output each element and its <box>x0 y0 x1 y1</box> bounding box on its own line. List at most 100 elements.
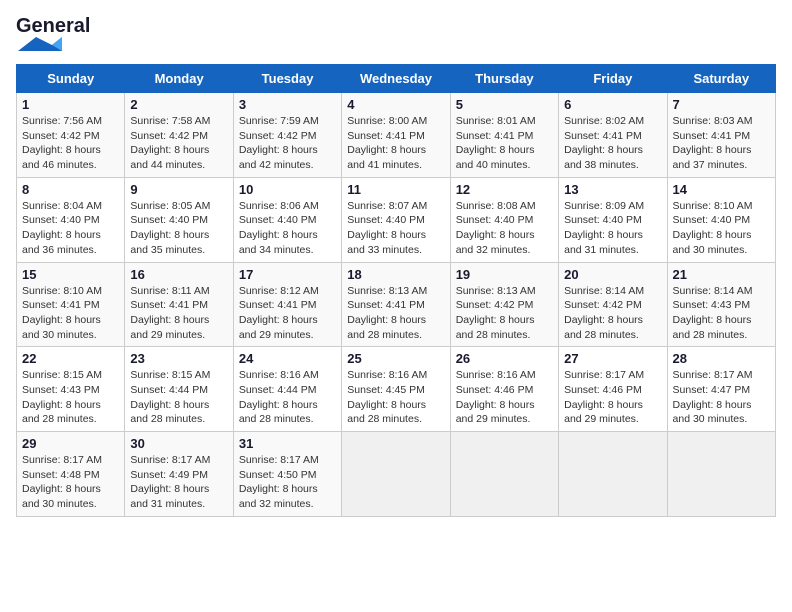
day-number: 24 <box>239 351 336 366</box>
sunset-label: Sunset: 4:40 PM <box>22 214 100 226</box>
daylight-label: Daylight: 8 hours and 28 minutes. <box>456 314 535 341</box>
calendar-cell: 8 Sunrise: 8:04 AM Sunset: 4:40 PM Dayli… <box>17 177 125 262</box>
sunrise-label: Sunrise: 8:04 AM <box>22 200 102 212</box>
sunset-label: Sunset: 4:40 PM <box>673 214 751 226</box>
week-row-4: 22 Sunrise: 8:15 AM Sunset: 4:43 PM Dayl… <box>17 347 776 432</box>
calendar-cell: 18 Sunrise: 8:13 AM Sunset: 4:41 PM Dayl… <box>342 262 450 347</box>
day-info: Sunrise: 8:10 AM Sunset: 4:40 PM Dayligh… <box>673 199 770 258</box>
day-number: 5 <box>456 97 553 112</box>
calendar-body: 1 Sunrise: 7:56 AM Sunset: 4:42 PM Dayli… <box>17 93 776 517</box>
calendar-cell: 13 Sunrise: 8:09 AM Sunset: 4:40 PM Dayl… <box>559 177 667 262</box>
day-header-tuesday: Tuesday <box>233 65 341 93</box>
calendar-cell: 22 Sunrise: 8:15 AM Sunset: 4:43 PM Dayl… <box>17 347 125 432</box>
day-info: Sunrise: 8:09 AM Sunset: 4:40 PM Dayligh… <box>564 199 661 258</box>
sunrise-label: Sunrise: 8:02 AM <box>564 115 644 127</box>
daylight-label: Daylight: 8 hours and 29 minutes. <box>564 399 643 426</box>
sunset-label: Sunset: 4:42 PM <box>22 130 100 142</box>
sunrise-label: Sunrise: 8:10 AM <box>22 285 102 297</box>
sunrise-label: Sunrise: 8:01 AM <box>456 115 536 127</box>
daylight-label: Daylight: 8 hours and 28 minutes. <box>673 314 752 341</box>
day-info: Sunrise: 8:14 AM Sunset: 4:42 PM Dayligh… <box>564 284 661 343</box>
calendar-cell <box>450 432 558 517</box>
calendar-cell: 20 Sunrise: 8:14 AM Sunset: 4:42 PM Dayl… <box>559 262 667 347</box>
sunrise-label: Sunrise: 7:56 AM <box>22 115 102 127</box>
daylight-label: Daylight: 8 hours and 37 minutes. <box>673 144 752 171</box>
day-info: Sunrise: 8:17 AM Sunset: 4:49 PM Dayligh… <box>130 453 227 512</box>
sunrise-label: Sunrise: 8:12 AM <box>239 285 319 297</box>
day-info: Sunrise: 8:08 AM Sunset: 4:40 PM Dayligh… <box>456 199 553 258</box>
daylight-label: Daylight: 8 hours and 29 minutes. <box>239 314 318 341</box>
calendar-cell: 31 Sunrise: 8:17 AM Sunset: 4:50 PM Dayl… <box>233 432 341 517</box>
sunset-label: Sunset: 4:41 PM <box>347 299 425 311</box>
calendar-cell: 15 Sunrise: 8:10 AM Sunset: 4:41 PM Dayl… <box>17 262 125 347</box>
calendar-cell: 11 Sunrise: 8:07 AM Sunset: 4:40 PM Dayl… <box>342 177 450 262</box>
daylight-label: Daylight: 8 hours and 29 minutes. <box>456 399 535 426</box>
sunrise-label: Sunrise: 8:15 AM <box>130 369 210 381</box>
day-number: 2 <box>130 97 227 112</box>
week-row-3: 15 Sunrise: 8:10 AM Sunset: 4:41 PM Dayl… <box>17 262 776 347</box>
daylight-label: Daylight: 8 hours and 28 minutes. <box>239 399 318 426</box>
sunset-label: Sunset: 4:41 PM <box>456 130 534 142</box>
sunset-label: Sunset: 4:41 PM <box>564 130 642 142</box>
calendar-cell: 5 Sunrise: 8:01 AM Sunset: 4:41 PM Dayli… <box>450 93 558 178</box>
sunset-label: Sunset: 4:40 PM <box>239 214 317 226</box>
day-number: 12 <box>456 182 553 197</box>
sunrise-label: Sunrise: 8:14 AM <box>673 285 753 297</box>
calendar-cell: 1 Sunrise: 7:56 AM Sunset: 4:42 PM Dayli… <box>17 93 125 178</box>
sunset-label: Sunset: 4:41 PM <box>239 299 317 311</box>
day-number: 17 <box>239 267 336 282</box>
day-info: Sunrise: 8:17 AM Sunset: 4:47 PM Dayligh… <box>673 368 770 427</box>
calendar-cell: 17 Sunrise: 8:12 AM Sunset: 4:41 PM Dayl… <box>233 262 341 347</box>
sunset-label: Sunset: 4:41 PM <box>22 299 100 311</box>
day-number: 1 <box>22 97 119 112</box>
calendar-cell: 29 Sunrise: 8:17 AM Sunset: 4:48 PM Dayl… <box>17 432 125 517</box>
day-number: 14 <box>673 182 770 197</box>
sunset-label: Sunset: 4:44 PM <box>239 384 317 396</box>
calendar-cell <box>667 432 775 517</box>
calendar-cell: 2 Sunrise: 7:58 AM Sunset: 4:42 PM Dayli… <box>125 93 233 178</box>
sunset-label: Sunset: 4:46 PM <box>564 384 642 396</box>
sunrise-label: Sunrise: 8:16 AM <box>456 369 536 381</box>
day-number: 3 <box>239 97 336 112</box>
day-info: Sunrise: 8:16 AM Sunset: 4:45 PM Dayligh… <box>347 368 444 427</box>
daylight-label: Daylight: 8 hours and 32 minutes. <box>239 483 318 510</box>
sunrise-label: Sunrise: 8:17 AM <box>564 369 644 381</box>
sunset-label: Sunset: 4:41 PM <box>673 130 751 142</box>
day-number: 15 <box>22 267 119 282</box>
calendar-cell: 26 Sunrise: 8:16 AM Sunset: 4:46 PM Dayl… <box>450 347 558 432</box>
day-number: 19 <box>456 267 553 282</box>
calendar-table: SundayMondayTuesdayWednesdayThursdayFrid… <box>16 64 776 517</box>
sunrise-label: Sunrise: 7:58 AM <box>130 115 210 127</box>
sunset-label: Sunset: 4:40 PM <box>564 214 642 226</box>
sunset-label: Sunset: 4:40 PM <box>347 214 425 226</box>
sunset-label: Sunset: 4:40 PM <box>130 214 208 226</box>
day-info: Sunrise: 7:59 AM Sunset: 4:42 PM Dayligh… <box>239 114 336 173</box>
calendar-cell: 16 Sunrise: 8:11 AM Sunset: 4:41 PM Dayl… <box>125 262 233 347</box>
day-number: 23 <box>130 351 227 366</box>
calendar-cell: 23 Sunrise: 8:15 AM Sunset: 4:44 PM Dayl… <box>125 347 233 432</box>
sunrise-label: Sunrise: 8:10 AM <box>673 200 753 212</box>
day-number: 25 <box>347 351 444 366</box>
day-number: 29 <box>22 436 119 451</box>
sunrise-label: Sunrise: 8:05 AM <box>130 200 210 212</box>
calendar-cell: 10 Sunrise: 8:06 AM Sunset: 4:40 PM Dayl… <box>233 177 341 262</box>
calendar-cell: 7 Sunrise: 8:03 AM Sunset: 4:41 PM Dayli… <box>667 93 775 178</box>
day-info: Sunrise: 7:58 AM Sunset: 4:42 PM Dayligh… <box>130 114 227 173</box>
calendar-cell: 14 Sunrise: 8:10 AM Sunset: 4:40 PM Dayl… <box>667 177 775 262</box>
sunset-label: Sunset: 4:46 PM <box>456 384 534 396</box>
daylight-label: Daylight: 8 hours and 40 minutes. <box>456 144 535 171</box>
day-info: Sunrise: 8:14 AM Sunset: 4:43 PM Dayligh… <box>673 284 770 343</box>
day-info: Sunrise: 8:04 AM Sunset: 4:40 PM Dayligh… <box>22 199 119 258</box>
calendar-cell: 6 Sunrise: 8:02 AM Sunset: 4:41 PM Dayli… <box>559 93 667 178</box>
day-info: Sunrise: 8:15 AM Sunset: 4:43 PM Dayligh… <box>22 368 119 427</box>
sunset-label: Sunset: 4:43 PM <box>22 384 100 396</box>
daylight-label: Daylight: 8 hours and 36 minutes. <box>22 229 101 256</box>
sunrise-label: Sunrise: 8:17 AM <box>673 369 753 381</box>
calendar-cell: 3 Sunrise: 7:59 AM Sunset: 4:42 PM Dayli… <box>233 93 341 178</box>
day-number: 13 <box>564 182 661 197</box>
sunset-label: Sunset: 4:47 PM <box>673 384 751 396</box>
day-info: Sunrise: 8:17 AM Sunset: 4:48 PM Dayligh… <box>22 453 119 512</box>
calendar-cell: 30 Sunrise: 8:17 AM Sunset: 4:49 PM Dayl… <box>125 432 233 517</box>
logo: General <box>16 16 64 54</box>
daylight-label: Daylight: 8 hours and 42 minutes. <box>239 144 318 171</box>
